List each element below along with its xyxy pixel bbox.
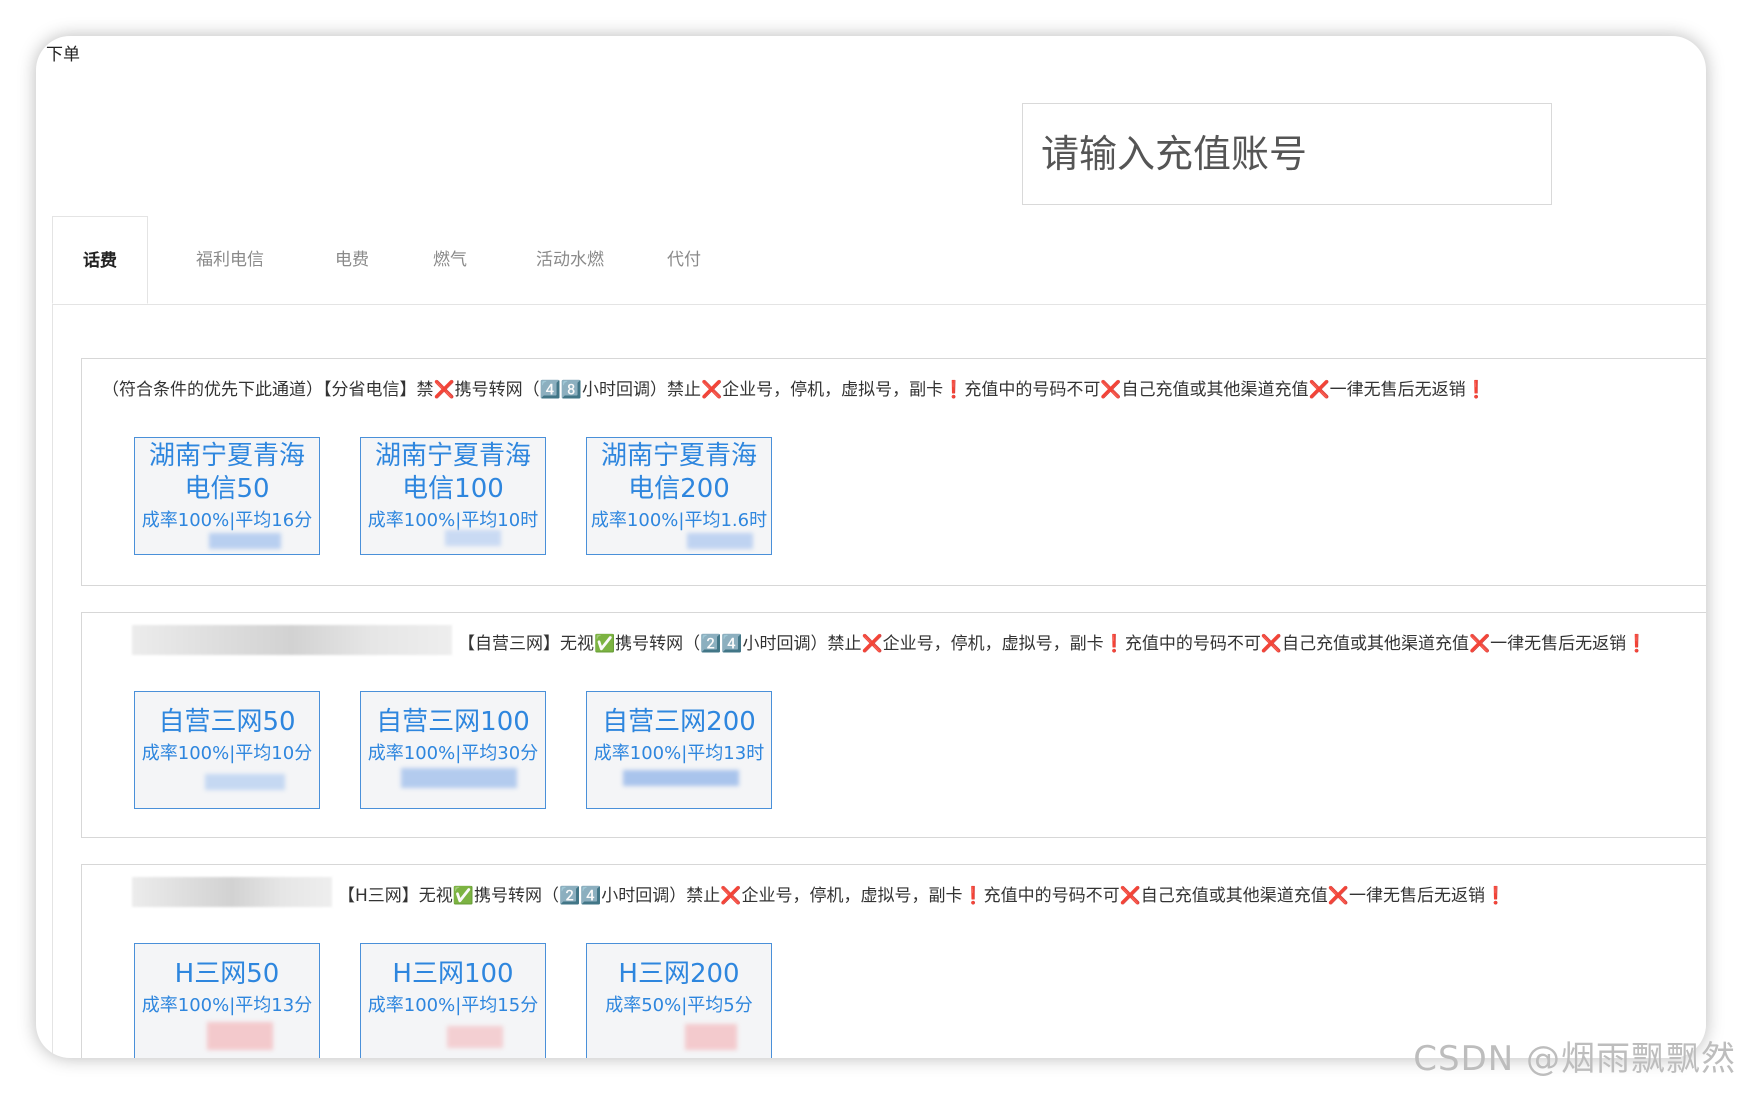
redacted-price — [401, 768, 517, 788]
product-card[interactable]: 自营三网100 成率100%|平均30分 — [360, 691, 546, 809]
tab-bar: 话费 福利电信 电费 燃气 活动水燃 代付 — [52, 216, 1706, 305]
product-rate: 成率100%|平均15分 — [367, 995, 539, 1016]
product-card[interactable]: 湖南宁夏青海电信200 成率100%|平均1.6时 — [586, 437, 772, 555]
redacted-price — [447, 1026, 503, 1048]
redacted-price — [685, 1024, 737, 1050]
product-rate: 成率100%|平均13分 — [141, 995, 313, 1016]
channel-notice: 【自营三网】无视✅携号转网（2️⃣4️⃣小时回调）禁止❌企业号，停机，虚拟号，副… — [458, 634, 1648, 654]
product-name: 自营三网50 — [158, 707, 296, 737]
product-card[interactable]: 湖南宁夏青海电信50 成率100%|平均16分 — [134, 437, 320, 555]
product-name: 湖南宁夏青海电信200 — [600, 441, 757, 504]
watermark: CSDN @烟雨飘飘然 — [1413, 1039, 1736, 1079]
tab-welfare-telecom[interactable]: 福利电信 — [170, 216, 290, 304]
redacted-label — [132, 625, 452, 655]
channel-panel-provincial-telecom: （符合条件的优先下此通道）【分省电信】禁❌携号转网（4️⃣8️⃣小时回调）禁止❌… — [81, 358, 1706, 586]
product-card[interactable]: 湖南宁夏青海电信100 成率100%|平均10时 — [360, 437, 546, 555]
product-name: H三网100 — [392, 959, 514, 989]
redacted-price — [445, 530, 501, 546]
product-card[interactable]: H三网200 成率50%|平均5分 — [586, 943, 772, 1058]
redacted-label — [132, 877, 332, 907]
channel-panel-self-operated: 【自营三网】无视✅携号转网（2️⃣4️⃣小时回调）禁止❌企业号，停机，虚拟号，副… — [81, 612, 1706, 838]
redacted-price — [687, 533, 753, 549]
page-title: 下单 — [46, 45, 80, 65]
redacted-price — [207, 1022, 273, 1050]
product-rate: 成率100%|平均10分 — [141, 743, 313, 764]
tab-content-phone-bill: （符合条件的优先下此通道）【分省电信】禁❌携号转网（4️⃣8️⃣小时回调）禁止❌… — [52, 304, 1706, 1058]
redacted-price — [205, 774, 285, 790]
tab-electricity[interactable]: 电费 — [310, 216, 394, 304]
product-rate: 成率100%|平均13时 — [593, 743, 765, 764]
redacted-price — [623, 770, 739, 786]
product-card[interactable]: H三网100 成率100%|平均15分 — [360, 943, 546, 1058]
product-card[interactable]: 自营三网50 成率100%|平均10分 — [134, 691, 320, 809]
product-name: 自营三网200 — [602, 707, 756, 737]
product-name: H三网50 — [174, 959, 280, 989]
tab-phone-bill[interactable]: 话费 — [52, 216, 148, 304]
app-window: 下单 话费 福利电信 电费 燃气 活动水燃 代付 （符合条件的优先下此通道）【分… — [36, 36, 1706, 1058]
product-rate: 成率100%|平均16分 — [141, 510, 313, 531]
product-rate: 成率100%|平均30分 — [367, 743, 539, 764]
redacted-price — [209, 533, 281, 549]
channel-notice: 【H三网】无视✅携号转网（2️⃣4️⃣小时回调）禁止❌企业号，停机，虚拟号，副卡… — [338, 886, 1507, 906]
product-card[interactable]: 自营三网200 成率100%|平均13时 — [586, 691, 772, 809]
product-rate: 成率100%|平均1.6时 — [590, 510, 768, 531]
tab-proxy-pay[interactable]: 代付 — [642, 216, 726, 304]
product-name: 自营三网100 — [376, 707, 530, 737]
tab-gas[interactable]: 燃气 — [408, 216, 492, 304]
product-name: H三网200 — [618, 959, 740, 989]
channel-panel-h-network: 【H三网】无视✅携号转网（2️⃣4️⃣小时回调）禁止❌企业号，停机，虚拟号，副卡… — [81, 864, 1706, 1058]
product-card[interactable]: H三网50 成率100%|平均13分 — [134, 943, 320, 1058]
product-rate: 成率50%|平均5分 — [605, 995, 753, 1016]
product-name: 湖南宁夏青海电信100 — [374, 441, 531, 504]
product-name: 湖南宁夏青海电信50 — [148, 441, 305, 504]
account-input[interactable] — [1022, 103, 1552, 205]
tab-water-gas-promo[interactable]: 活动水燃 — [510, 216, 630, 304]
channel-notice: （符合条件的优先下此通道）【分省电信】禁❌携号转网（4️⃣8️⃣小时回调）禁止❌… — [102, 380, 1487, 400]
